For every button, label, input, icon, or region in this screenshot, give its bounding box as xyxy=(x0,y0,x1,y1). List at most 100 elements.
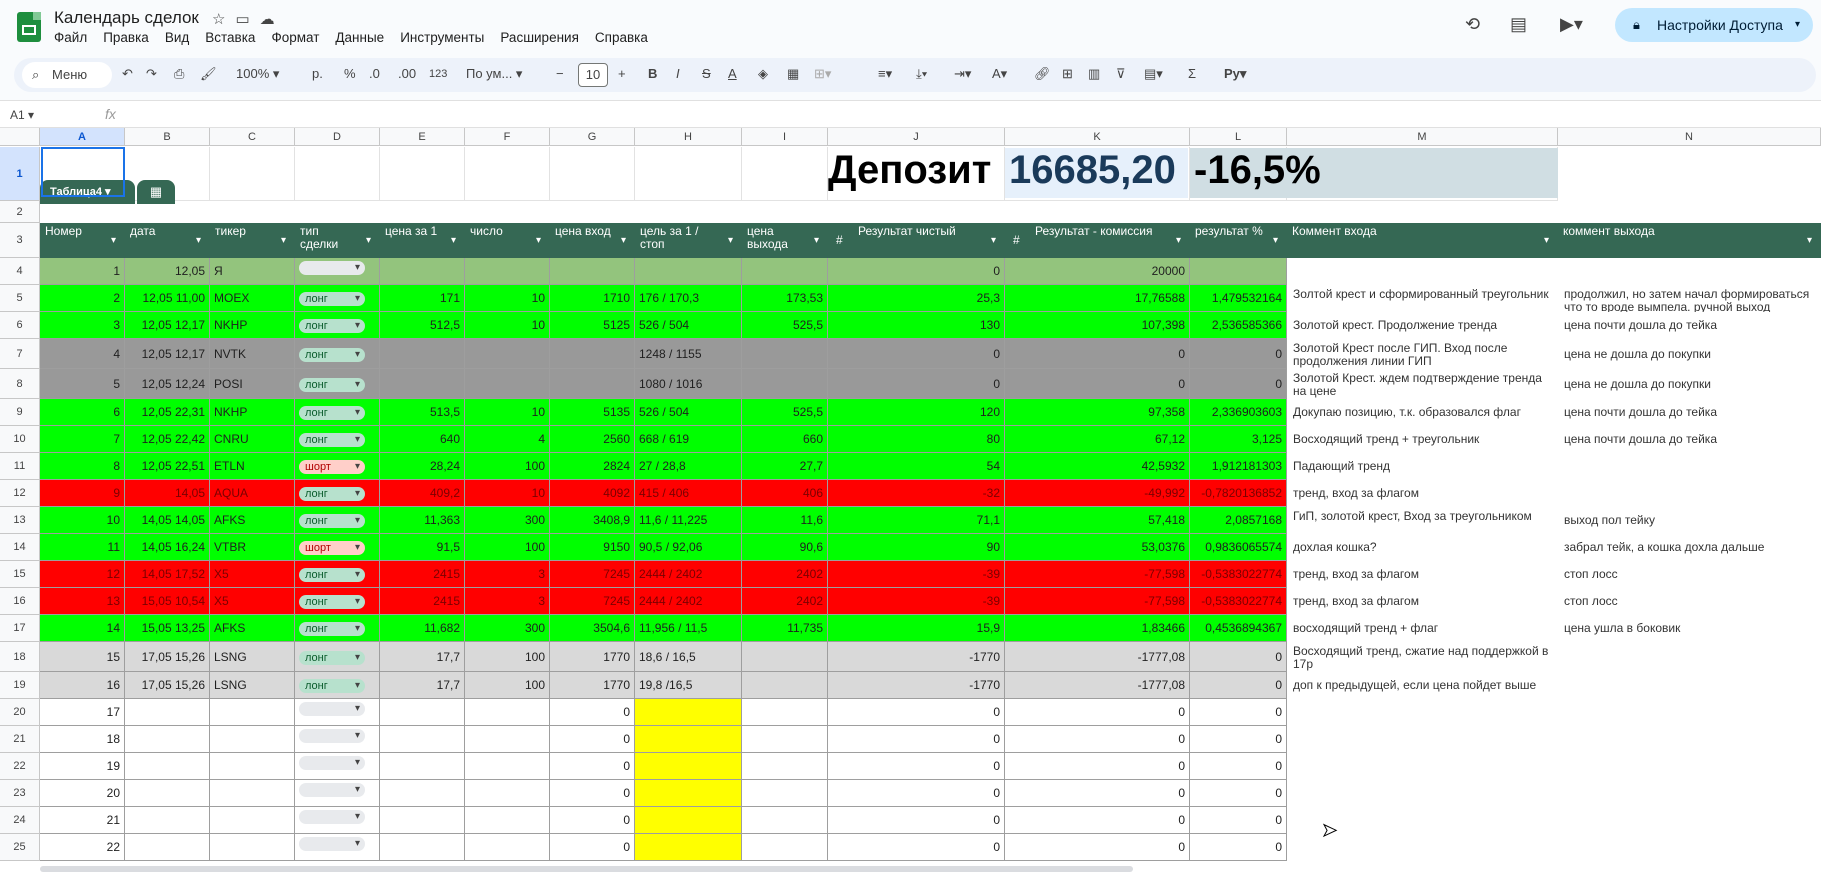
row-header[interactable]: 13 xyxy=(0,507,40,534)
table-cell[interactable]: 0 xyxy=(1005,726,1190,753)
table-cell[interactable]: 13 xyxy=(40,588,125,615)
table-cell[interactable]: -0,5383022774 xyxy=(1190,561,1287,588)
table-cell[interactable] xyxy=(465,339,550,369)
table-cell[interactable]: 4092 xyxy=(550,480,635,507)
table-cell[interactable]: 10 xyxy=(465,312,550,339)
row-header[interactable]: 6 xyxy=(0,312,40,339)
menu-item[interactable]: Файл xyxy=(54,30,87,45)
row-header[interactable]: 21 xyxy=(0,726,40,753)
column-header[interactable]: H xyxy=(635,128,742,146)
table-cell[interactable]: 0 xyxy=(1190,672,1287,699)
table-cell[interactable]: 1770 xyxy=(550,642,635,672)
table-cell[interactable] xyxy=(550,258,635,285)
table-cell[interactable]: 0 xyxy=(1190,807,1287,834)
table-cell[interactable]: 0 xyxy=(1190,753,1287,780)
table-cell[interactable] xyxy=(125,699,210,726)
table-cell[interactable]: лонг xyxy=(295,507,380,534)
table-cell[interactable]: 640 xyxy=(380,426,465,453)
table-header-cell[interactable]: Результат чистый ▾ # xyxy=(828,223,1005,258)
table-cell[interactable]: 67,12 xyxy=(1005,426,1190,453)
table-cell[interactable] xyxy=(380,780,465,807)
table-cell[interactable]: 0 xyxy=(828,780,1005,807)
column-header[interactable]: E xyxy=(380,128,465,146)
table-cell[interactable]: -49,992 xyxy=(1005,480,1190,507)
table-cell[interactable]: 25,3 xyxy=(828,285,1005,312)
table-cell[interactable] xyxy=(295,726,380,753)
exit-comment[interactable]: цена почти дошла до тейка xyxy=(1564,402,1817,426)
table-cell[interactable]: 15,05 10,54 xyxy=(125,588,210,615)
table-cell[interactable]: 0 xyxy=(1005,339,1190,369)
horizontal-scrollbar[interactable] xyxy=(40,866,1133,872)
comments-icon[interactable]: ▤ xyxy=(1510,14,1527,35)
borders-icon[interactable]: ▦ xyxy=(787,66,799,82)
table-cell[interactable]: 10 xyxy=(465,480,550,507)
table-cell[interactable]: 97,358 xyxy=(1005,399,1190,426)
row-header[interactable]: 24 xyxy=(0,807,40,834)
select-all-corner[interactable] xyxy=(0,128,40,146)
font-size-input[interactable]: 10 xyxy=(578,63,608,87)
table-cell[interactable]: 100 xyxy=(465,534,550,561)
table-cell[interactable]: 11,682 xyxy=(380,615,465,642)
currency-format[interactable]: р. xyxy=(312,66,323,81)
table-cell[interactable]: 0 xyxy=(1005,807,1190,834)
font-select[interactable]: По ум... ▾ xyxy=(466,66,522,82)
table-cell[interactable] xyxy=(742,834,828,861)
table-cell[interactable]: 11,735 xyxy=(742,615,828,642)
table-cell[interactable]: 11,956 / 11,5 xyxy=(635,615,742,642)
deal-type-dropdown[interactable] xyxy=(299,702,365,716)
filter-views-icon[interactable]: ▤▾ xyxy=(1144,66,1163,82)
table-cell[interactable]: 0 xyxy=(1190,642,1287,672)
percent-format[interactable]: % xyxy=(344,66,356,81)
exit-comment[interactable] xyxy=(1564,729,1817,753)
filter-chevron-icon[interactable]: ▾ xyxy=(1807,234,1812,247)
filter-chevron-icon[interactable]: ▾ xyxy=(111,234,116,247)
exit-comment[interactable] xyxy=(1564,645,1817,672)
table-cell[interactable]: AFKS xyxy=(210,615,295,642)
table-cell[interactable]: 80 xyxy=(828,426,1005,453)
exit-comment[interactable] xyxy=(1564,702,1817,726)
table-cell[interactable]: 0 xyxy=(550,726,635,753)
exit-comment[interactable]: стоп лосс xyxy=(1564,564,1817,588)
share-button[interactable]: 🔒︎ Настройки Доступа ▾ xyxy=(1615,8,1813,42)
table-cell[interactable]: 4 xyxy=(40,339,125,369)
column-header[interactable]: J xyxy=(828,128,1005,146)
table-cell[interactable]: 12 xyxy=(40,561,125,588)
entry-comment[interactable]: тренд, вход за флагом xyxy=(1293,591,1554,615)
table-cell[interactable] xyxy=(380,753,465,780)
table-cell[interactable]: 3408,9 xyxy=(550,507,635,534)
table-cell[interactable]: 90,6 xyxy=(742,534,828,561)
table-cell[interactable] xyxy=(210,780,295,807)
table-cell[interactable]: 7245 xyxy=(550,561,635,588)
table-cell[interactable]: лонг xyxy=(295,588,380,615)
table-cell[interactable]: 2824 xyxy=(550,453,635,480)
exit-comment[interactable]: цена не дошла до покупки xyxy=(1564,342,1817,369)
table-cell[interactable]: 100 xyxy=(465,672,550,699)
row-header[interactable]: 20 xyxy=(0,699,40,726)
table-header-cell[interactable]: Коммент входа ▾ xyxy=(1287,223,1558,258)
table-cell[interactable] xyxy=(380,699,465,726)
table-cell[interactable]: 19 xyxy=(40,753,125,780)
table-cell[interactable]: лонг xyxy=(295,369,380,399)
table-cell[interactable]: AFKS xyxy=(210,507,295,534)
entry-comment[interactable]: Докупаю позицию, т.к. образовался флаг xyxy=(1293,402,1554,426)
table-cell[interactable] xyxy=(125,834,210,861)
table-cell[interactable]: 12,05 12,17 xyxy=(125,339,210,369)
table-cell[interactable] xyxy=(465,258,550,285)
exit-comment[interactable]: цена не дошла до покупки xyxy=(1564,372,1817,399)
table-cell[interactable] xyxy=(210,834,295,861)
table-cell[interactable]: 2402 xyxy=(742,588,828,615)
table-header-cell[interactable]: результат % ▾ xyxy=(1190,223,1287,258)
table-cell[interactable]: 2,0857168 xyxy=(1190,507,1287,534)
active-cell-a1[interactable] xyxy=(41,147,125,197)
text-wrap-icon[interactable]: ⇥▾ xyxy=(954,66,971,82)
table-cell[interactable]: 10 xyxy=(465,399,550,426)
table-cell[interactable]: лонг xyxy=(295,312,380,339)
exit-comment[interactable] xyxy=(1564,675,1817,699)
column-header[interactable]: L xyxy=(1190,128,1287,146)
table-cell[interactable]: 660 xyxy=(742,426,828,453)
filter-chevron-icon[interactable]: ▾ xyxy=(451,234,456,247)
table-cell[interactable]: 71,1 xyxy=(828,507,1005,534)
entry-comment[interactable]: тренд, вход за флагом xyxy=(1293,483,1554,507)
zoom-select[interactable]: 100% ▾ xyxy=(236,66,279,82)
table-cell[interactable] xyxy=(742,699,828,726)
